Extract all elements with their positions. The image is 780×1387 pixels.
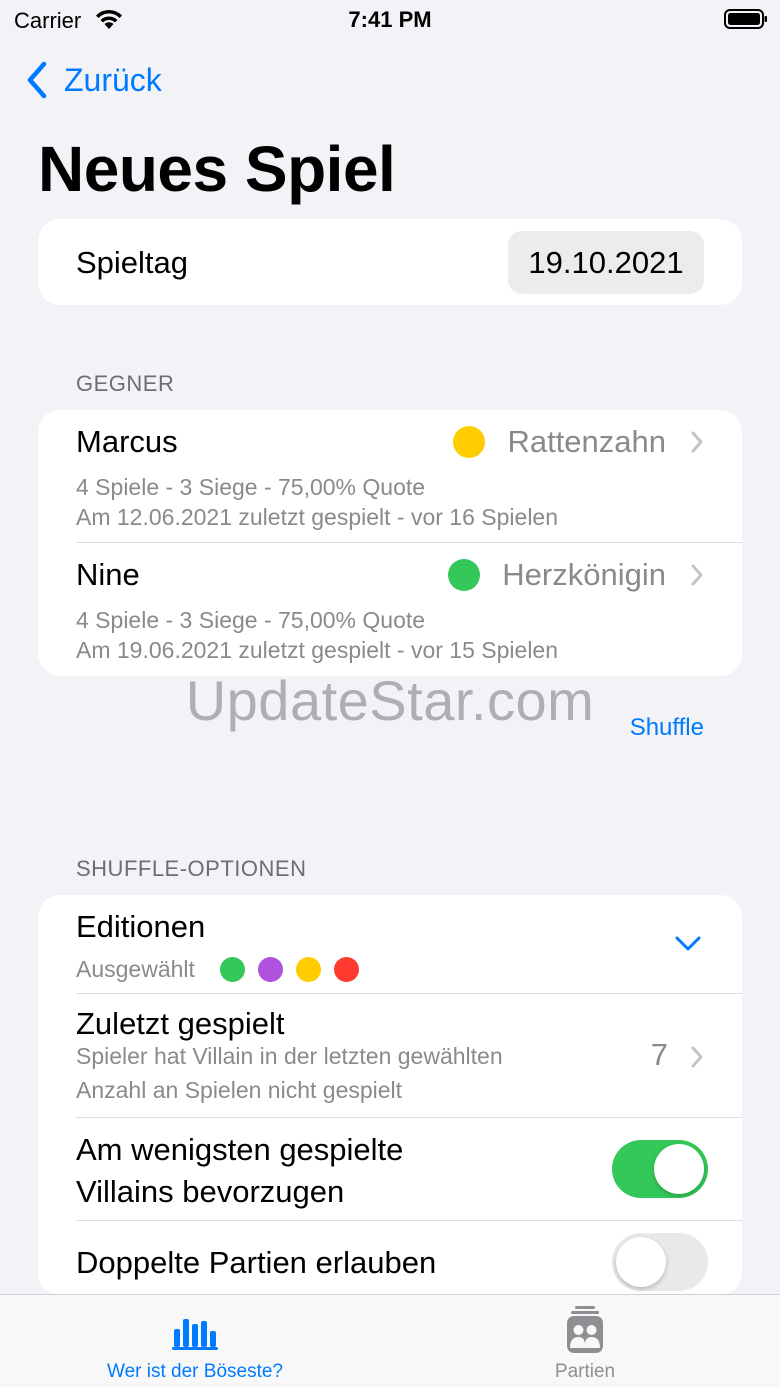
- group-icon: [567, 1306, 603, 1353]
- opponent-stats: 4 Spiele - 3 Siege - 75,00% Quote: [76, 607, 426, 633]
- opponent-stats: 4 Spiele - 3 Siege - 75,00% Quote: [76, 474, 426, 500]
- villain-name: Herzkönigin: [502, 557, 666, 592]
- tab-partien[interactable]: Partien: [390, 1295, 780, 1387]
- divider: [76, 1117, 742, 1118]
- spieltag-label: Spieltag: [76, 245, 189, 280]
- duplicates-toggle[interactable]: [612, 1233, 708, 1291]
- opponent-name: Marcus: [76, 424, 178, 459]
- zuletzt-value: 7: [650, 1037, 668, 1072]
- shuffle-button[interactable]: Shuffle: [630, 714, 704, 742]
- villain-color-dot: [448, 559, 481, 591]
- duplicates-label: Doppelte Partien erlauben: [76, 1245, 437, 1280]
- chevron-right-icon: [691, 1046, 703, 1068]
- editionen-subtitle: Ausgewählt: [76, 956, 195, 982]
- status-bar: Carrier 7:41 PM: [0, 0, 780, 40]
- shuffle-options-card: Editionen Ausgewählt Zuletzt gespielt Sp…: [38, 895, 742, 1295]
- villain-color-dot: [453, 426, 486, 458]
- tab-label: Partien: [554, 1361, 616, 1382]
- least-played-label-line1: Am wenigsten gespielte: [76, 1132, 404, 1167]
- opponent-name: Nine: [76, 557, 140, 592]
- toggle-knob: [654, 1144, 704, 1194]
- zuletzt-description-line2: Anzahl an Spielen nicht gespielt: [76, 1077, 403, 1103]
- chevron-right-icon: [691, 564, 703, 586]
- edition-dot: [296, 957, 321, 982]
- back-button[interactable]: Zurück: [24, 58, 162, 102]
- opponent-row[interactable]: Marcus Rattenzahn 4 Spiele - 3 Siege - 7…: [38, 410, 742, 543]
- edition-dot: [220, 957, 245, 982]
- opponent-row[interactable]: Nine Herzkönigin 4 Spiele - 3 Siege - 75…: [38, 543, 742, 676]
- opponent-last-played: Am 12.06.2021 zuletzt gespielt - vor 16 …: [76, 504, 559, 530]
- status-time: 7:41 PM: [348, 7, 432, 32]
- zuletzt-title: Zuletzt gespielt: [76, 1006, 285, 1041]
- edition-dots: [220, 957, 372, 982]
- spieltag-card: Spieltag 19.10.2021: [38, 219, 742, 305]
- tab-wer-ist-der-boeseste[interactable]: Wer ist der Böseste?: [0, 1295, 390, 1387]
- zuletzt-gespielt-row[interactable]: Zuletzt gespielt Spieler hat Villain in …: [38, 994, 742, 1117]
- chevron-right-icon: [691, 431, 703, 453]
- chevron-down-icon[interactable]: [674, 935, 702, 953]
- least-played-toggle[interactable]: [612, 1140, 708, 1198]
- tab-label: Wer ist der Böseste?: [106, 1361, 283, 1382]
- tab-bar: Wer ist der Böseste? Partien: [0, 1294, 780, 1387]
- back-label: Zurück: [64, 61, 162, 98]
- bar-chart-icon: [172, 1319, 218, 1350]
- editionen-row[interactable]: Editionen Ausgewählt: [38, 895, 742, 993]
- edition-dot: [258, 957, 283, 982]
- chevron-left-icon: [27, 61, 47, 99]
- zuletzt-description-line1: Spieler hat Villain in der letzten gewäh…: [76, 1043, 503, 1069]
- gegner-header: GEGNER: [76, 371, 175, 396]
- shuffle-options-header: SHUFFLE-OPTIONEN: [76, 856, 307, 881]
- opponents-card: Marcus Rattenzahn 4 Spiele - 3 Siege - 7…: [38, 410, 742, 676]
- villain-name: Rattenzahn: [507, 424, 666, 459]
- date-picker-button[interactable]: 19.10.2021: [508, 231, 704, 294]
- page-title: Neues Spiel: [38, 133, 396, 205]
- edition-dot: [334, 957, 359, 982]
- least-played-label-line2: Villains bevorzugen: [76, 1174, 345, 1209]
- battery-icon: [724, 9, 767, 29]
- divider: [76, 1220, 742, 1221]
- editionen-title: Editionen: [76, 909, 206, 944]
- toggle-knob: [616, 1237, 666, 1287]
- opponent-last-played: Am 19.06.2021 zuletzt gespielt - vor 15 …: [76, 637, 559, 663]
